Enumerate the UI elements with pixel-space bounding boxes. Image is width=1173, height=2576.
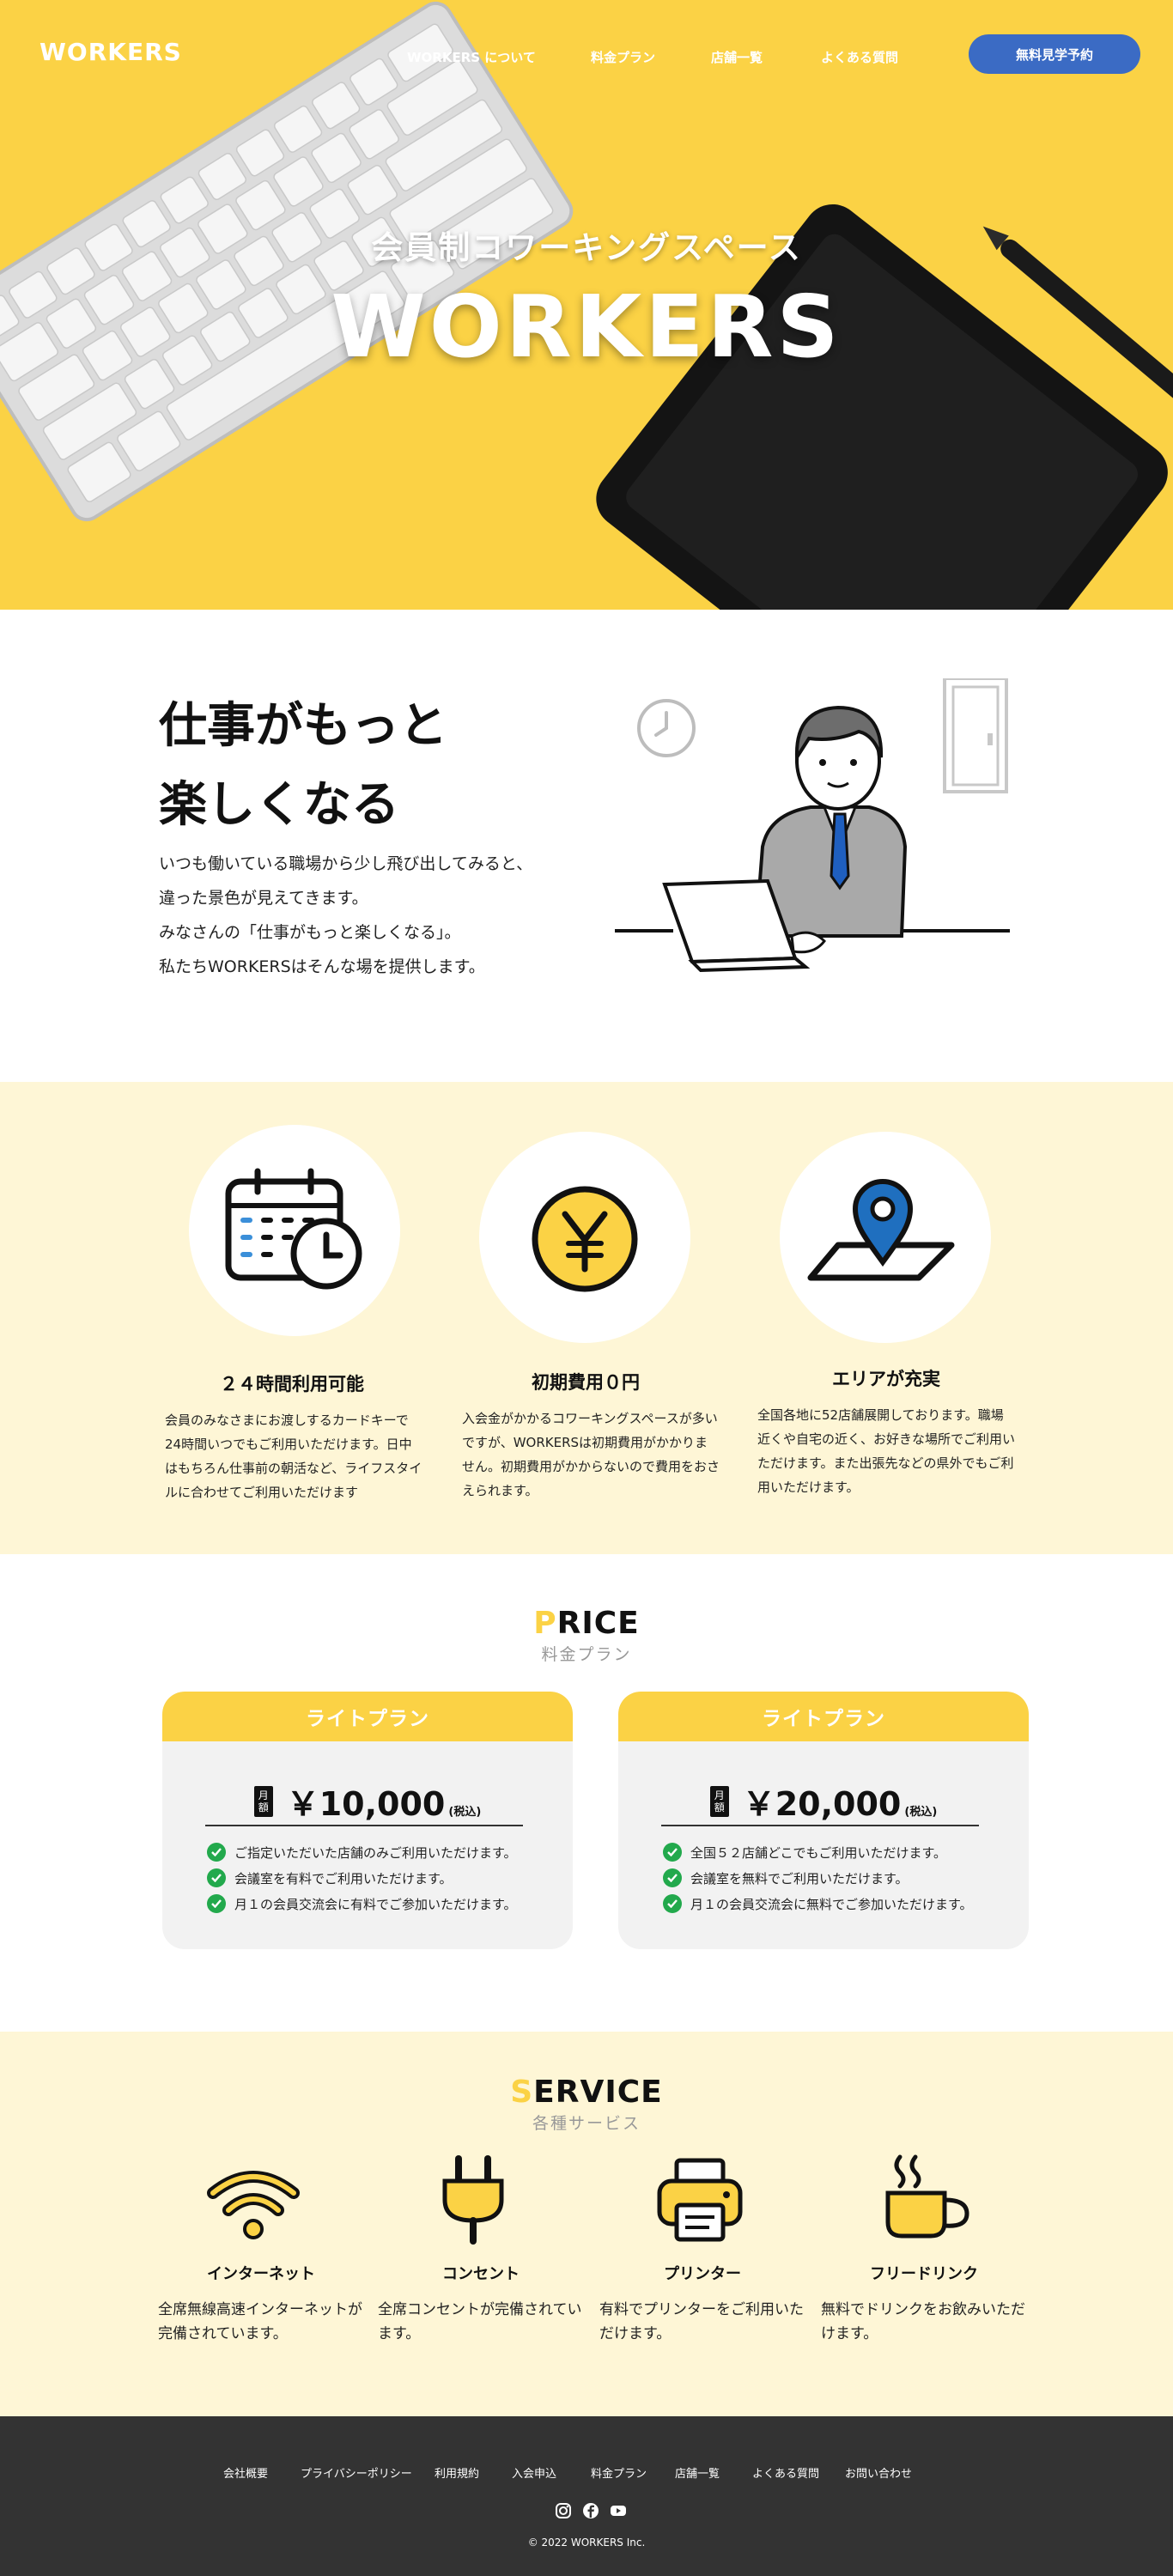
hero-subtitle: 会員制コワーキングスペース <box>371 229 802 266</box>
service-title: コンセント <box>442 2265 520 2283</box>
footer-link-company[interactable]: 会社概要 <box>223 2464 268 2481</box>
plan-feature-text: ご指定いただいた店舗のみご利用いただけます。 <box>234 1844 517 1861</box>
plan-features-list: 全国５２店舗どこでもご利用いただけます。 会議室を無料でご利用いただけます。 月… <box>663 1839 973 1917</box>
service-text: 全席コンセントが完備されています。 <box>378 2301 582 2342</box>
facebook-icon[interactable] <box>582 2502 599 2519</box>
intro-text-line: 私たちWORKERSはそんな場を提供します。 <box>159 957 485 976</box>
features-section: ２４時間利用可能 会員のみなさまにお渡しするカードキーで24時間いつでもご利用い… <box>0 1082 1173 1554</box>
nav-link-faq[interactable]: よくある質問 <box>821 48 898 66</box>
intro-title-line: 仕事がもっと <box>159 698 447 754</box>
plug-icon <box>442 2155 504 2245</box>
footer-link-price[interactable]: 料金プラン <box>591 2464 647 2481</box>
price-divider <box>661 1825 979 1826</box>
site-logo[interactable]: WORKERS <box>40 38 182 66</box>
plan-feature-item: 会議室を無料でご利用いただけます。 <box>663 1865 973 1891</box>
price-plan-card: ライトプラン 月額 ￥20,000 (税込) 全国５２店舗どこでもご利用いただけ… <box>618 1692 1029 1949</box>
footer-link-faq[interactable]: よくある質問 <box>752 2464 819 2481</box>
service-title: インターネット <box>207 2265 315 2283</box>
calendar-clock-icon <box>225 1168 362 1290</box>
youtube-icon[interactable] <box>610 2502 627 2519</box>
feature-title: ２４時間利用可能 <box>220 1374 364 1394</box>
nav-link-about[interactable]: WORKERS について <box>407 48 536 66</box>
site-footer: 会社概要 プライバシーポリシー 利用規約 入会申込 料金プラン 店舗一覧 よくあ… <box>0 2416 1173 2576</box>
plan-feature-text: 月１の会員交流会に有料でご参加いただけます。 <box>234 1896 517 1912</box>
plan-price: 月額 ￥10,000 (税込) <box>162 1777 573 1825</box>
service-text: 有料でプリンターをご利用いただけます。 <box>599 2301 804 2342</box>
intro-title: 仕事がもっと 楽しくなる <box>159 687 447 845</box>
service-heading: SERVICE <box>0 2075 1173 2110</box>
feature-text: 全国各地に52店舗展開しております。職場近くや自宅の近く、お好きな場所でご利用い… <box>757 1407 1016 1495</box>
instagram-icon[interactable] <box>555 2502 572 2519</box>
service-text: 全席無線高速インターネットが完備されています。 <box>158 2301 362 2342</box>
site-header: WORKERS WORKERS について 料金プラン 店舗一覧 よくある質問 無… <box>0 0 1173 110</box>
service-title: プリンター <box>664 2265 741 2283</box>
plan-name: ライトプラン <box>162 1692 573 1741</box>
plan-feature-text: 全国５２店舗どこでもご利用いただけます。 <box>690 1844 947 1861</box>
copyright-text: © 2022 WORKERS Inc. <box>527 2537 646 2549</box>
printer-icon <box>657 2158 743 2242</box>
price-plan-card: ライトプラン 月額 ￥10,000 (税込) ご指定いただいた店舗のみご利用いた… <box>162 1692 573 1949</box>
intro-text-line: いつも働いている職場から少し飛び出してみると、 <box>159 854 533 873</box>
plan-feature-text: 月１の会員交流会に無料でご参加いただけます。 <box>690 1896 973 1912</box>
check-icon <box>663 1843 682 1862</box>
plan-feature-text: 会議室を有料でご利用いただけます。 <box>234 1870 453 1886</box>
feature-title: エリアが充実 <box>832 1369 940 1389</box>
check-icon <box>663 1868 682 1887</box>
intro-text-line: 違った景色が見えてきます。 <box>159 889 368 908</box>
intro-title-line: 楽しくなる <box>159 777 399 833</box>
plan-feature-item: ご指定いただいた店舗のみご利用いただけます。 <box>207 1839 517 1865</box>
footer-link-terms[interactable]: 利用規約 <box>435 2464 479 2481</box>
nav-link-price[interactable]: 料金プラン <box>591 48 655 66</box>
price-heading-first-letter: P <box>533 1606 557 1641</box>
plan-name: ライトプラン <box>618 1692 1029 1741</box>
tax-note: (税込) <box>904 1806 938 1819</box>
plan-amount: ￥10,000 <box>286 1785 446 1823</box>
tax-note: (税込) <box>448 1806 482 1819</box>
feature-text: 会員のみなさまにお渡しするカードキーで24時間いつでもご利用いただけます。日中は… <box>165 1413 422 1500</box>
free-tour-reserve-button[interactable]: 無料見学予約 <box>969 34 1140 74</box>
check-icon <box>207 1843 226 1862</box>
service-section: SERVICE 各種サービス インターネット 全席無線高速インターネットが完備さ… <box>0 2032 1173 2416</box>
plan-feature-item: 会議室を有料でご利用いただけます。 <box>207 1865 517 1891</box>
check-icon <box>207 1894 226 1913</box>
monthly-badge: 月額 <box>709 1785 729 1817</box>
intro-text-line: みなさんの「仕事がもっと楽しくなる」。 <box>159 923 461 942</box>
plan-feature-item: 月１の会員交流会に無料でご参加いただけます。 <box>663 1891 973 1917</box>
footer-link-join[interactable]: 入会申込 <box>512 2464 556 2481</box>
footer-link-stores[interactable]: 店舗一覧 <box>675 2464 720 2481</box>
price-divider <box>205 1825 523 1826</box>
monthly-badge: 月額 <box>253 1785 273 1817</box>
map-pin-icon <box>807 1179 955 1281</box>
feature-title: 初期費用０円 <box>532 1372 640 1393</box>
footer-link-privacy[interactable]: プライバシーポリシー <box>301 2464 412 2481</box>
plan-feature-text: 会議室を無料でご利用いただけます。 <box>690 1870 909 1886</box>
price-heading-rest: RICE <box>556 1606 640 1641</box>
price-subheading: 料金プラン <box>541 1645 632 1664</box>
service-heading-rest: ERVICE <box>533 2075 663 2110</box>
check-icon <box>207 1868 226 1887</box>
service-heading-first-letter: S <box>510 2075 534 2110</box>
wifi-icon <box>207 2171 300 2239</box>
check-icon <box>663 1894 682 1913</box>
coffee-icon <box>885 2154 969 2239</box>
price-heading: PRICE <box>0 1606 1173 1641</box>
plan-features-list: ご指定いただいた店舗のみご利用いただけます。 会議室を有料でご利用いただけます。… <box>207 1839 517 1917</box>
service-subheading: 各種サービス <box>532 2114 641 2133</box>
footer-link-contact[interactable]: お問い合わせ <box>845 2464 912 2481</box>
yen-coin-icon <box>532 1186 638 1292</box>
service-title: フリードリンク <box>870 2265 978 2283</box>
hero-section: WORKERS WORKERS について 料金プラン 店舗一覧 よくある質問 無… <box>0 0 1173 610</box>
service-text: 無料でドリンクをお飲みいただけます。 <box>821 2301 1025 2342</box>
nav-link-stores[interactable]: 店舗一覧 <box>711 48 763 66</box>
plan-amount: ￥20,000 <box>742 1785 902 1823</box>
plan-feature-item: 月１の会員交流会に有料でご参加いただけます。 <box>207 1891 517 1917</box>
worker-laptop-illustration <box>615 678 1010 973</box>
intro-text: いつも働いている職場から少し飛び出してみると、 違った景色が見えてきます。 みな… <box>159 847 532 984</box>
hero-title: WORKERS <box>331 276 842 377</box>
plan-feature-item: 全国５２店舗どこでもご利用いただけます。 <box>663 1839 973 1865</box>
plan-price: 月額 ￥20,000 (税込) <box>618 1777 1029 1825</box>
feature-text: 入会金がかかるコワーキングスペースが多いですが、WORKERSは初期費用がかかり… <box>462 1411 720 1498</box>
